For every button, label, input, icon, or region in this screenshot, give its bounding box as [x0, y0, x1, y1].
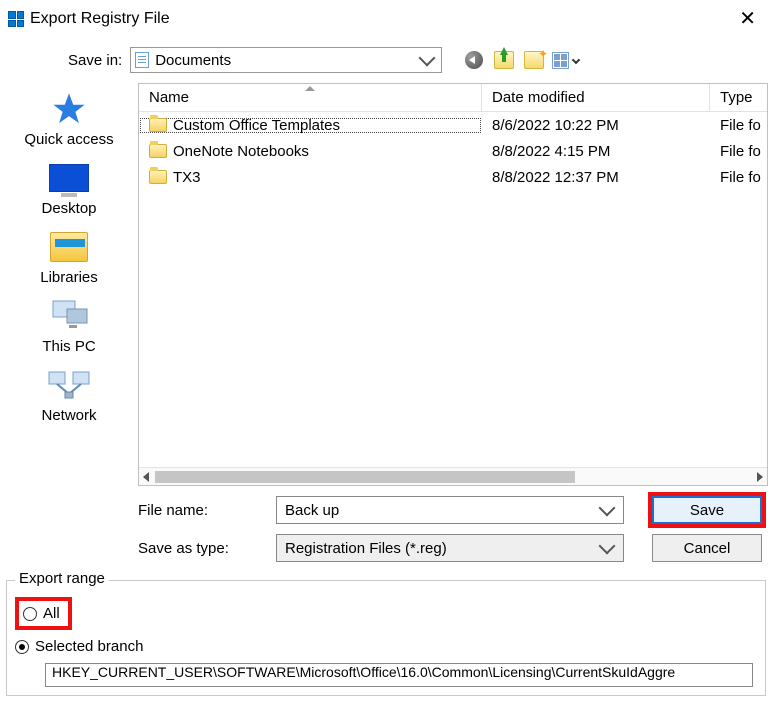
desktop-monitor-icon [47, 160, 91, 196]
view-menu-button[interactable] [552, 48, 579, 72]
file-type: File fo [710, 117, 767, 134]
up-level-button[interactable] [492, 48, 516, 72]
sidebar-item-network[interactable]: Network [14, 367, 124, 424]
sidebar-item-this-pc[interactable]: This PC [14, 298, 124, 355]
file-name: TX3 [173, 169, 201, 186]
sidebar-item-label: Libraries [40, 269, 98, 286]
save-in-dropdown[interactable]: Documents [130, 47, 442, 73]
column-headers: Name Date modified Type [139, 84, 767, 112]
window-title: Export Registry File [30, 10, 170, 28]
sidebar-item-desktop[interactable]: Desktop [14, 160, 124, 217]
folder-icon [149, 144, 167, 158]
regedit-app-icon [8, 11, 24, 27]
scroll-thumb[interactable] [155, 471, 575, 483]
export-all-radio[interactable] [23, 607, 37, 621]
export-all-label: All [43, 605, 60, 622]
back-icon [465, 51, 483, 69]
documents-folder-icon [135, 52, 149, 68]
chevron-down-icon [572, 56, 580, 64]
column-header-type[interactable]: Type [710, 84, 767, 111]
new-folder-icon: ✦ [524, 51, 544, 69]
save-in-row: Save in: Documents ✦ [0, 38, 772, 83]
file-name-label: File name: [138, 502, 262, 519]
cancel-button[interactable]: Cancel [652, 534, 762, 562]
horizontal-scrollbar[interactable] [139, 467, 767, 485]
file-date: 8/8/2022 4:15 PM [482, 143, 710, 160]
chevron-down-icon [599, 500, 616, 517]
title-bar: Export Registry File ✕ [0, 0, 772, 38]
main-area: Quick access Desktop Libraries This PC [0, 83, 772, 486]
save-in-label: Save in: [68, 52, 122, 69]
sidebar-item-label: Quick access [24, 131, 113, 148]
new-folder-button[interactable]: ✦ [522, 48, 546, 72]
save-in-value: Documents [155, 52, 421, 69]
file-row[interactable]: TX3 8/8/2022 12:37 PM File fo [139, 164, 767, 190]
selected-branch-input[interactable]: HKEY_CURRENT_USER\SOFTWARE\Microsoft\Off… [45, 663, 753, 687]
file-name-value: Back up [285, 502, 601, 519]
quick-access-star-icon [47, 91, 91, 127]
export-range-group: Export range All Selected branch HKEY_CU… [6, 580, 766, 696]
column-header-name[interactable]: Name [139, 84, 482, 111]
network-icon [47, 367, 91, 403]
folder-icon [149, 118, 167, 132]
selected-branch-value: HKEY_CURRENT_USER\SOFTWARE\Microsoft\Off… [52, 664, 675, 680]
export-registry-dialog: Export Registry File ✕ Save in: Document… [0, 0, 772, 702]
column-header-name-label: Name [149, 89, 189, 106]
export-selected-branch-radio[interactable] [15, 640, 29, 654]
close-button[interactable]: ✕ [739, 9, 762, 29]
file-name-input[interactable]: Back up [276, 496, 624, 524]
sidebar-item-quick-access[interactable]: Quick access [14, 91, 124, 148]
folder-icon [149, 170, 167, 184]
save-button[interactable]: Save [652, 496, 762, 524]
chevron-down-icon [599, 538, 616, 555]
libraries-folder-icon [47, 229, 91, 265]
view-menu-icon [552, 52, 569, 69]
save-as-type-label: Save as type: [138, 540, 262, 557]
column-header-date[interactable]: Date modified [482, 84, 710, 111]
sidebar-item-label: Network [41, 407, 96, 424]
file-row[interactable]: OneNote Notebooks 8/8/2022 4:15 PM File … [139, 138, 767, 164]
back-button[interactable] [462, 48, 486, 72]
file-type: File fo [710, 169, 767, 186]
places-sidebar: Quick access Desktop Libraries This PC [0, 83, 138, 486]
scroll-right-icon[interactable] [757, 472, 763, 482]
file-list-panel: Name Date modified Type Custom Office Te… [138, 83, 768, 486]
file-list[interactable]: Custom Office Templates 8/6/2022 10:22 P… [139, 112, 767, 467]
save-as-type-value: Registration Files (*.reg) [285, 540, 601, 557]
sidebar-item-libraries[interactable]: Libraries [14, 229, 124, 286]
up-one-level-icon [494, 51, 514, 69]
this-pc-icon [47, 298, 91, 334]
file-name: OneNote Notebooks [173, 143, 309, 160]
chevron-down-icon [419, 50, 436, 67]
file-row[interactable]: Custom Office Templates 8/6/2022 10:22 P… [139, 112, 767, 138]
sort-ascending-icon [305, 86, 315, 91]
filename-section: File name: Back up Save Save as type: Re… [0, 486, 772, 578]
folder-toolbar: ✦ [462, 48, 579, 72]
save-as-type-dropdown[interactable]: Registration Files (*.reg) [276, 534, 624, 562]
file-date: 8/8/2022 12:37 PM [482, 169, 710, 186]
export-selected-branch-label: Selected branch [35, 638, 143, 655]
sidebar-item-label: Desktop [41, 200, 96, 217]
all-option-highlight: All [15, 597, 72, 630]
scroll-left-icon[interactable] [143, 472, 149, 482]
sidebar-item-label: This PC [42, 338, 95, 355]
file-name: Custom Office Templates [173, 117, 340, 134]
file-date: 8/6/2022 10:22 PM [482, 117, 710, 134]
export-range-legend: Export range [15, 570, 109, 587]
file-type: File fo [710, 143, 767, 160]
